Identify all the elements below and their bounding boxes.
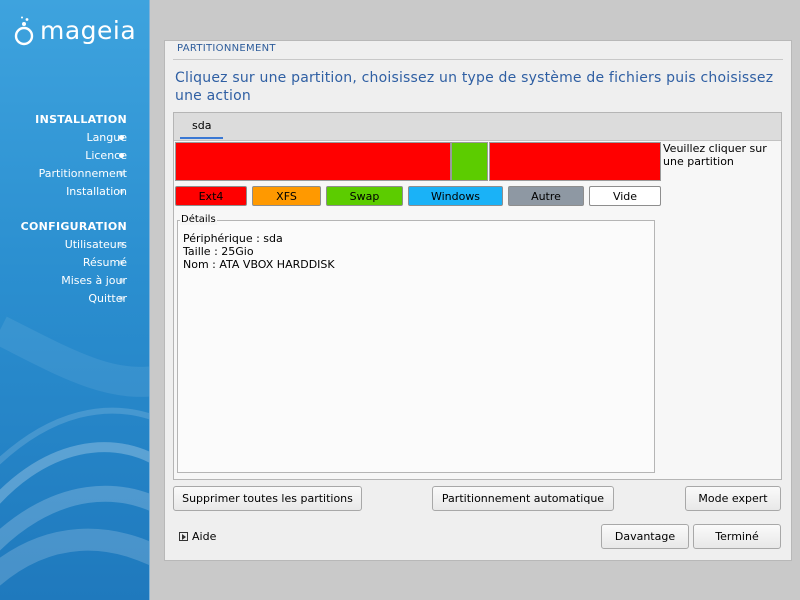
fs-type-vide-button[interactable]: Vide — [589, 186, 661, 206]
tab-sda[interactable]: sda — [180, 119, 224, 139]
step-pending-icon — [119, 278, 124, 283]
logo-text: mageia — [40, 16, 137, 45]
tab-bar: sda — [174, 113, 781, 141]
fs-type-xfs-button[interactable]: XFS — [252, 186, 321, 206]
details-groupbox: Détails Périphérique : sda Taille : 25Gi… — [177, 214, 655, 473]
fs-type-swap-button[interactable]: Swap — [326, 186, 403, 206]
sidebar-item-utilisateurs[interactable]: Utilisateurs — [65, 238, 127, 251]
page-title: Cliquez sur une partition, choisissez un… — [175, 70, 774, 104]
expert-mode-button[interactable]: Mode expert — [685, 486, 781, 511]
sidebar-item-installation[interactable]: Installation — [66, 185, 127, 198]
sidebar: mageia INSTALLATION Langue Licence Parti… — [0, 0, 150, 600]
help-label: Aide — [192, 530, 217, 543]
step-pending-icon — [119, 242, 124, 247]
divider — [173, 59, 783, 60]
disk-tab-pane: sda Veuillez cliquer sur une partition E… — [173, 112, 782, 480]
partition-block-1[interactable] — [175, 142, 451, 181]
details-text: Périphérique : sda Taille : 25Gio Nom : … — [183, 232, 335, 271]
help-button[interactable]: Aide — [179, 530, 216, 543]
mageia-cauldron-icon — [14, 16, 34, 46]
partition-block-3[interactable] — [489, 142, 661, 181]
step-label: PARTITIONNEMENT — [177, 43, 276, 54]
fs-type-autre-button[interactable]: Autre — [508, 186, 584, 206]
auto-partition-button[interactable]: Partitionnement automatique — [432, 486, 614, 511]
section-configuration: CONFIGURATION — [20, 220, 127, 233]
delete-all-partitions-button[interactable]: Supprimer toutes les partitions — [173, 486, 362, 511]
more-button[interactable]: Davantage — [601, 524, 689, 549]
details-title: Détails — [180, 214, 217, 225]
section-installation: INSTALLATION — [35, 113, 127, 126]
step-done-icon — [119, 135, 124, 140]
play-icon — [179, 532, 188, 541]
step-pending-icon — [119, 260, 124, 265]
detail-name: Nom : ATA VBOX HARDDISK — [183, 258, 335, 271]
step-pending-icon — [119, 189, 124, 194]
step-pending-icon — [119, 171, 124, 176]
step-pending-icon — [119, 296, 124, 301]
detail-device: Périphérique : sda — [183, 232, 283, 245]
sidebar-item-partitionnement[interactable]: Partitionnement — [39, 167, 127, 180]
partition-block-2[interactable] — [451, 142, 488, 181]
mageia-logo: mageia — [12, 16, 136, 46]
sidebar-item-mises-a-jour[interactable]: Mises à jour — [61, 274, 127, 287]
step-done-icon — [119, 153, 124, 158]
done-button[interactable]: Terminé — [693, 524, 781, 549]
detail-size: Taille : 25Gio — [183, 245, 254, 258]
partition-hint: Veuillez cliquer sur une partition — [663, 142, 767, 168]
fs-type-ext4-button[interactable]: Ext4 — [175, 186, 247, 206]
main-panel: PARTITIONNEMENT Cliquez sur une partitio… — [164, 40, 792, 561]
fs-type-windows-button[interactable]: Windows — [408, 186, 503, 206]
